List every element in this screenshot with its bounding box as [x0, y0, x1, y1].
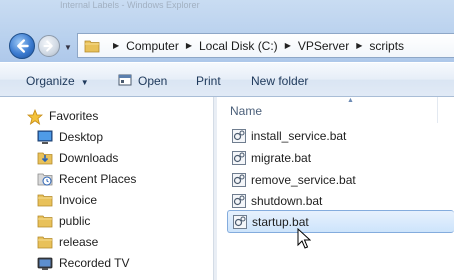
- file-name: migrate.bat: [251, 151, 312, 165]
- back-arrow-icon: [17, 39, 29, 53]
- file-list: ▲ Name install_service.bat migrate.bat r…: [217, 97, 454, 280]
- sidebar-item-label: Recorded TV: [59, 256, 130, 270]
- folder-icon: [37, 194, 53, 207]
- batch-file-icon: [232, 151, 246, 165]
- organize-button[interactable]: Organize ▼: [26, 73, 89, 89]
- file-item-remove-service[interactable]: remove_service.bat: [227, 170, 454, 190]
- batch-file-icon: [232, 194, 246, 208]
- file-item-install-service[interactable]: install_service.bat: [227, 126, 454, 146]
- downloads-folder-icon: [37, 152, 53, 165]
- breadcrumb-vpserver[interactable]: VPServer: [298, 39, 349, 53]
- sidebar-item-label: Recent Places: [59, 172, 137, 186]
- breadcrumb-computer[interactable]: Computer: [126, 39, 179, 53]
- column-divider[interactable]: [437, 97, 438, 123]
- batch-file-icon: [233, 215, 247, 229]
- print-button[interactable]: Print: [196, 73, 221, 89]
- favorites-header[interactable]: Favorites: [0, 106, 210, 126]
- sidebar-item-release[interactable]: release: [0, 232, 210, 252]
- sidebar-item-label: public: [59, 214, 91, 228]
- file-name: install_service.bat: [251, 129, 347, 143]
- folder-icon: [37, 215, 53, 228]
- file-name: startup.bat: [252, 215, 309, 229]
- breadcrumb: ▶ Computer ▶ Local Disk (C:) ▶ VPServer …: [106, 34, 404, 57]
- chevron-right-icon[interactable]: ▶: [113, 41, 119, 50]
- forward-arrow-icon: [43, 40, 53, 52]
- column-name-label: Name: [230, 104, 263, 118]
- breadcrumb-scripts[interactable]: scripts: [369, 39, 404, 53]
- sidebar-item-public[interactable]: public: [0, 211, 210, 231]
- file-item-startup[interactable]: startup.bat: [227, 210, 454, 233]
- chevron-right-icon[interactable]: ▶: [356, 41, 362, 50]
- recorded-tv-icon: [37, 257, 53, 270]
- file-item-migrate[interactable]: migrate.bat: [227, 148, 454, 168]
- favorites-label: Favorites: [49, 109, 99, 123]
- desktop-icon: [37, 130, 53, 144]
- recent-pages-dropdown[interactable]: ▼: [63, 43, 73, 53]
- batch-file-icon: [232, 129, 246, 143]
- sidebar-item-invoice[interactable]: Invoice: [0, 190, 210, 210]
- recent-places-icon: [37, 173, 53, 186]
- sidebar-item-label: release: [59, 235, 99, 249]
- address-bar[interactable]: ▶ Computer ▶ Local Disk (C:) ▶ VPServer …: [77, 33, 454, 58]
- sidebar-item-label: Downloads: [59, 151, 119, 165]
- file-name: shutdown.bat: [251, 194, 323, 208]
- open-button[interactable]: Open: [138, 73, 167, 89]
- sidebar-item-label: Desktop: [59, 130, 104, 144]
- sidebar-item-recent-places[interactable]: Recent Places: [0, 169, 210, 189]
- command-bar: Organize ▼ Open Print New folder: [0, 62, 454, 97]
- file-item-shutdown[interactable]: shutdown.bat: [227, 191, 454, 211]
- batch-file-icon: [232, 173, 246, 187]
- navigation-pane: Favorites Desktop Downloads Recent Place…: [0, 97, 215, 280]
- file-name: remove_service.bat: [251, 173, 356, 187]
- back-button[interactable]: [9, 33, 35, 59]
- window-title: Internal Labels - Windows Explorer: [60, 0, 200, 10]
- sidebar-item-downloads[interactable]: Downloads: [0, 148, 210, 168]
- mouse-cursor-icon: [297, 228, 311, 249]
- forward-button[interactable]: [38, 35, 60, 57]
- folder-icon: [84, 40, 100, 53]
- sidebar-item-recorded-tv[interactable]: Recorded TV: [0, 253, 210, 273]
- favorites-star-icon: [27, 109, 43, 125]
- chevron-down-icon: ▼: [80, 78, 89, 87]
- open-icon: [118, 74, 132, 86]
- chevron-right-icon[interactable]: ▶: [285, 41, 291, 50]
- sidebar-item-desktop[interactable]: Desktop: [0, 127, 210, 147]
- breadcrumb-local-disk[interactable]: Local Disk (C:): [199, 39, 278, 53]
- sort-ascending-icon: ▲: [347, 97, 354, 104]
- column-header-name[interactable]: ▲ Name: [217, 97, 454, 123]
- organize-label: Organize: [26, 74, 75, 88]
- folder-icon: [37, 236, 53, 249]
- sidebar-item-label: Invoice: [59, 193, 98, 207]
- chevron-right-icon[interactable]: ▶: [186, 41, 192, 50]
- window-chrome: Internal Labels - Windows Explorer ▼ ▶ C…: [0, 0, 454, 62]
- new-folder-button[interactable]: New folder: [251, 73, 308, 89]
